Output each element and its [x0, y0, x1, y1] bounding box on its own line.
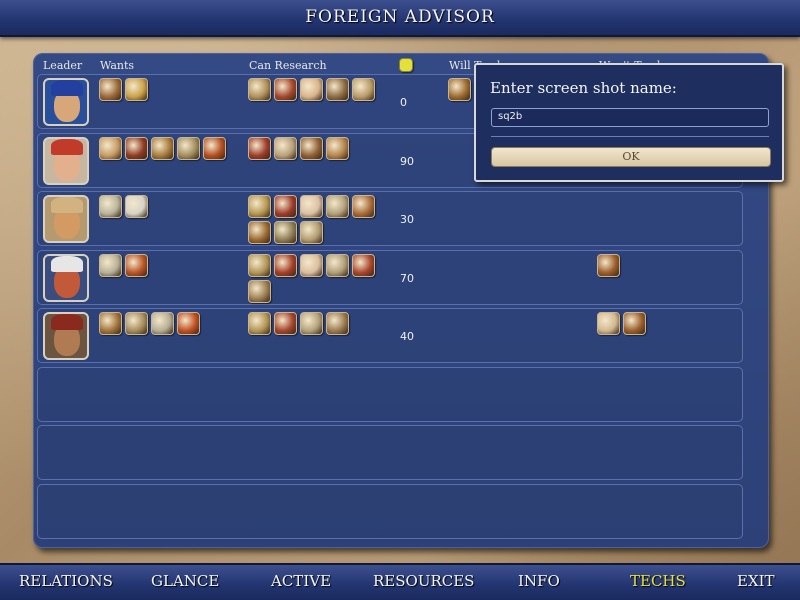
- researchable-tech-icon[interactable]: [274, 195, 297, 218]
- wanted-tech-icon[interactable]: [203, 136, 226, 160]
- wanted-tech-icon[interactable]: [177, 312, 200, 335]
- screenshot-name-input[interactable]: sq2b: [491, 108, 769, 127]
- leader-row: [37, 483, 743, 539]
- researchable-tech-icon[interactable]: [300, 253, 323, 277]
- researchable-tech-icon[interactable]: [274, 253, 297, 277]
- researchable-tech-icon[interactable]: [274, 221, 297, 244]
- researchable-tech-icon[interactable]: [326, 195, 349, 218]
- ok-button[interactable]: OK: [491, 147, 771, 167]
- wanted-tech-icon[interactable]: [125, 78, 148, 101]
- leader-portrait[interactable]: [43, 253, 89, 302]
- wanted-tech-icon[interactable]: [99, 253, 122, 277]
- researchable-tech-icon[interactable]: [352, 78, 375, 101]
- attitude-score: 90: [400, 154, 414, 168]
- dialog-divider: [491, 136, 769, 137]
- wanted-tech-icon[interactable]: [125, 253, 148, 277]
- researchable-tech-icon[interactable]: [300, 136, 323, 160]
- headwear: [51, 197, 83, 213]
- nav-techs[interactable]: TECHS: [630, 572, 686, 590]
- headwear: [51, 138, 83, 155]
- leader-row[interactable]: 40: [37, 308, 743, 363]
- leader-row[interactable]: 70: [37, 249, 743, 305]
- researchable-tech-icon[interactable]: [248, 136, 271, 160]
- leader-portrait[interactable]: [43, 312, 89, 360]
- wanted-tech-icon[interactable]: [99, 78, 122, 101]
- header-wants: Wants: [100, 59, 135, 72]
- wanted-tech-icon[interactable]: [125, 312, 148, 335]
- nav-glance[interactable]: GLANCE: [151, 572, 219, 590]
- researchable-tech-icon[interactable]: [274, 312, 297, 335]
- screen-title: FOREIGN ADVISOR: [305, 7, 495, 27]
- wanted-tech-icon[interactable]: [151, 312, 174, 335]
- untradable-tech-icon[interactable]: [623, 312, 646, 335]
- leader-row: [37, 425, 743, 480]
- wanted-tech-icon[interactable]: [125, 195, 148, 218]
- headwear: [51, 314, 83, 330]
- nav-resources[interactable]: RESOURCES: [373, 572, 474, 590]
- researchable-tech-icon[interactable]: [326, 312, 349, 335]
- header-can-research: Can Research: [249, 59, 327, 72]
- researchable-tech-icon[interactable]: [248, 279, 271, 303]
- title-bar: FOREIGN ADVISOR: [0, 0, 800, 37]
- header-leader: Leader: [43, 59, 83, 72]
- attitude-score: 0: [400, 96, 407, 109]
- nav-exit[interactable]: EXIT: [737, 572, 775, 590]
- leader-row: [37, 366, 743, 422]
- researchable-tech-icon[interactable]: [300, 312, 323, 335]
- leader-portrait[interactable]: [43, 136, 89, 185]
- attitude-score: 30: [400, 213, 414, 226]
- researchable-tech-icon[interactable]: [248, 78, 271, 101]
- wanted-tech-icon[interactable]: [99, 312, 122, 335]
- researchable-tech-icon[interactable]: [248, 221, 271, 244]
- wanted-tech-icon[interactable]: [177, 136, 200, 160]
- headwear: [51, 255, 83, 272]
- screenshot-name-dialog: Enter screen shot name: sq2b OK: [474, 63, 784, 182]
- researchable-tech-icon[interactable]: [300, 78, 323, 101]
- nav-active[interactable]: ACTIVE: [271, 572, 331, 590]
- researchable-tech-icon[interactable]: [248, 312, 271, 335]
- researchable-tech-icon[interactable]: [248, 253, 271, 277]
- researchable-tech-icon[interactable]: [274, 78, 297, 101]
- wanted-tech-icon[interactable]: [99, 195, 122, 218]
- tradable-tech-icon[interactable]: [448, 78, 471, 101]
- researchable-tech-icon[interactable]: [326, 78, 349, 101]
- attitude-score: 40: [400, 330, 414, 343]
- leader-row[interactable]: 30: [37, 191, 743, 246]
- researchable-tech-icon[interactable]: [300, 195, 323, 218]
- leader-portrait[interactable]: [43, 195, 89, 243]
- nav-info[interactable]: INFO: [518, 572, 560, 590]
- wanted-tech-icon[interactable]: [151, 136, 174, 160]
- researchable-tech-icon[interactable]: [326, 253, 349, 277]
- nav-relations[interactable]: RELATIONS: [19, 572, 113, 590]
- leader-portrait[interactable]: [43, 78, 89, 126]
- bottom-nav: RELATIONS GLANCE ACTIVE RESOURCES INFO T…: [0, 563, 800, 600]
- researchable-tech-icon[interactable]: [326, 136, 349, 160]
- dialog-prompt: Enter screen shot name:: [490, 79, 677, 97]
- untradable-tech-icon[interactable]: [597, 312, 620, 335]
- wanted-tech-icon[interactable]: [125, 136, 148, 160]
- researchable-tech-icon[interactable]: [274, 136, 297, 160]
- wanted-tech-icon[interactable]: [99, 136, 122, 160]
- headwear: [51, 80, 83, 96]
- researchable-tech-icon[interactable]: [248, 195, 271, 218]
- researchable-tech-icon[interactable]: [300, 221, 323, 244]
- researchable-tech-icon[interactable]: [352, 195, 375, 218]
- untradable-tech-icon[interactable]: [597, 253, 620, 277]
- attitude-score: 70: [400, 271, 414, 285]
- researchable-tech-icon[interactable]: [352, 253, 375, 277]
- score-icon: [399, 58, 413, 72]
